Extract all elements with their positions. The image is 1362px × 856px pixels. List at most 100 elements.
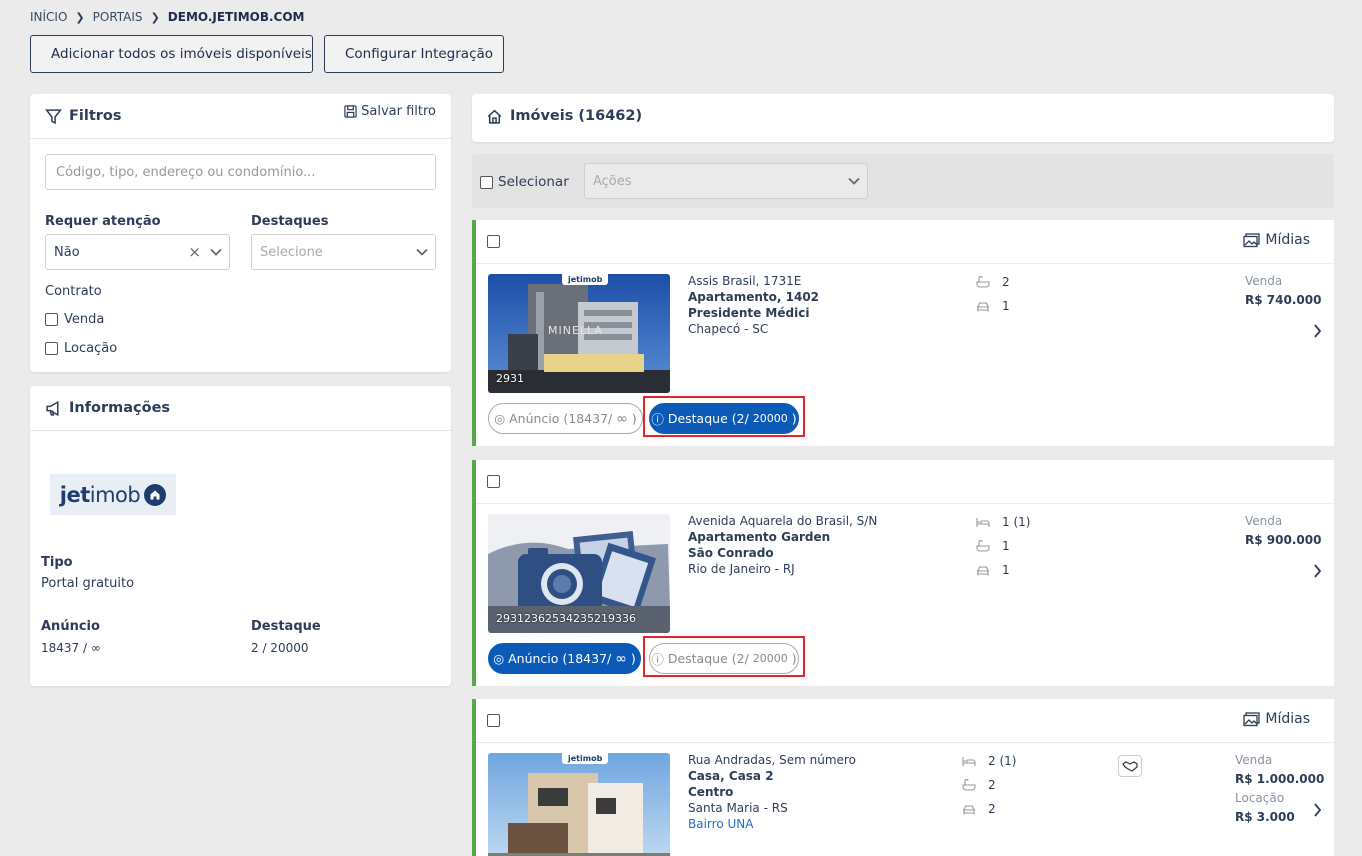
city: Rio de Janeiro - RJ	[688, 562, 795, 576]
property-price: Venda R$ 740.000	[1245, 272, 1321, 310]
rent-label: Locação	[1235, 791, 1285, 805]
breadcrumb: INÍCIO ❯ PORTAIS ❯ DEMO.JETIMOB.COM	[30, 10, 305, 24]
ad-label: Anúncio (18437/	[508, 651, 612, 666]
select-all-label: Selecionar	[498, 174, 569, 190]
checkbox[interactable]	[45, 313, 58, 326]
property-price: Venda R$ 900.000	[1245, 512, 1321, 550]
street: Assis Brasil, 1731E	[688, 274, 802, 288]
breadcrumb-portals[interactable]: PORTAIS	[93, 10, 143, 24]
property-address: Avenida Aquarela do Brasil, S/N Apartame…	[688, 513, 877, 577]
chevron-right-icon: ❯	[150, 10, 160, 24]
select-all[interactable]: Selecionar	[480, 174, 569, 190]
media-label: Mídias	[1265, 711, 1310, 727]
portal-logo: jetimob	[50, 474, 176, 515]
property-card: 29312362534235219336 Avenida Aquarela do…	[472, 460, 1334, 686]
add-all-button[interactable]: Adicionar todos os imóveis disponíveis	[30, 35, 313, 73]
photo-brand-tag: jetimob	[562, 753, 609, 764]
card-checkbox[interactable]	[487, 475, 500, 488]
house-icon	[487, 109, 502, 124]
price-label: Venda	[1245, 514, 1283, 528]
card-checkbox[interactable]	[487, 235, 500, 248]
filters-panel: Filtros Salvar filtro Código, tipo, ende…	[30, 94, 451, 372]
add-all-label: Adicionar todos os imóveis disponíveis	[51, 46, 312, 62]
feature-value: 1	[1002, 539, 1010, 553]
highlights-select[interactable]: Selecione	[251, 234, 436, 270]
contract-option-locacao[interactable]: Locação	[45, 341, 117, 356]
street: Rua Andradas, Sem número	[688, 753, 856, 767]
property-type: Apartamento, 1402	[688, 290, 820, 304]
district: Centro	[688, 785, 734, 799]
actions-select[interactable]: Ações	[584, 163, 868, 199]
highlights-label: Destaques	[251, 214, 329, 229]
street: Avenida Aquarela do Brasil, S/N	[688, 514, 878, 528]
megaphone-icon	[46, 400, 59, 416]
bed-icon	[976, 518, 990, 527]
home-icon	[144, 483, 167, 506]
filters-header: Filtros Salvar filtro	[30, 94, 451, 139]
attention-select[interactable]: Não ×	[45, 234, 230, 270]
rent-value: R$ 3.000	[1235, 810, 1295, 824]
property-features: 2 1	[976, 274, 1010, 314]
neighborhood-link[interactable]: Bairro UNA	[688, 816, 856, 832]
price-value: R$ 740.000	[1245, 293, 1322, 307]
configure-label: Configurar Integração	[345, 46, 494, 62]
save-icon	[344, 105, 357, 118]
media-button[interactable]: Mídias	[1243, 232, 1310, 248]
chevron-right-icon[interactable]	[1313, 324, 1322, 338]
clear-icon[interactable]: ×	[188, 243, 201, 261]
contract-label: Contrato	[45, 284, 102, 299]
chevron-down-icon	[210, 248, 222, 256]
actions-placeholder: Ações	[593, 173, 632, 189]
card-header: Mídias	[476, 699, 1334, 743]
property-card: Mídias jetimob MINELLA 2931 Assis Brasil…	[472, 220, 1334, 446]
logo-text-light: imob	[89, 482, 141, 507]
highlight-value: 2 / 20000	[251, 641, 309, 655]
media-button[interactable]: Mídias	[1243, 711, 1310, 727]
save-filter-button[interactable]: Salvar filtro	[344, 104, 436, 119]
property-type: Apartamento Garden	[688, 530, 831, 544]
card-header: Mídias	[476, 220, 1334, 264]
select-all-checkbox[interactable]	[480, 175, 493, 189]
car-icon	[963, 805, 975, 815]
property-address: Assis Brasil, 1731E Apartamento, 1402 Pr…	[688, 273, 819, 337]
filters-title: Filtros	[69, 108, 122, 124]
price-value: R$ 1.000.000	[1235, 772, 1325, 786]
listing-header: Imóveis (16462)	[472, 94, 1334, 142]
configure-integration-button[interactable]: Configurar Integração	[324, 35, 504, 73]
bathtub-icon	[962, 779, 976, 791]
highlights-placeholder: Selecione	[260, 244, 323, 260]
target-icon: ◎	[493, 651, 505, 666]
chevron-right-icon[interactable]	[1313, 564, 1322, 578]
contract-option-label: Locação	[64, 341, 118, 356]
infinity-symbol: ∞	[615, 650, 627, 667]
property-photo[interactable]: jetimob MINELLA 2931	[488, 274, 670, 393]
infinity-symbol: ∞	[616, 410, 628, 427]
checkbox[interactable]	[45, 342, 58, 355]
ad-close-paren: )	[630, 651, 636, 666]
chevron-right-icon[interactable]	[1313, 803, 1322, 817]
info-panel: Informações jetimob Tipo Portal gratuito…	[30, 386, 451, 686]
bathtub-icon	[976, 276, 990, 288]
property-features: 2 (1) 2 2	[962, 753, 1016, 817]
contract-option-venda[interactable]: Venda	[45, 312, 104, 327]
feature-value: 1	[1002, 563, 1010, 577]
breadcrumb-home[interactable]: INÍCIO	[30, 10, 67, 24]
car-icon	[977, 566, 989, 576]
type-label: Tipo	[41, 555, 73, 570]
search-input[interactable]: Código, tipo, endereço ou condomínio...	[45, 154, 436, 190]
price-label: Venda	[1245, 274, 1283, 288]
ads-label: Anúncio	[41, 619, 100, 634]
chevron-down-icon	[416, 248, 428, 256]
card-header	[476, 460, 1334, 504]
card-checkbox[interactable]	[487, 714, 500, 727]
bathtub-icon	[976, 540, 990, 552]
property-code: 29312362534235219336	[496, 612, 636, 625]
chevron-down-icon	[848, 177, 860, 185]
ad-toggle-button[interactable]: ◎ Anúncio (18437/∞)	[488, 643, 641, 674]
feature-value: 1	[1002, 299, 1010, 313]
search-placeholder: Código, tipo, endereço ou condomínio...	[56, 164, 316, 180]
photo-brand-tag: jetimob	[562, 274, 609, 285]
property-photo[interactable]: jetimob	[488, 753, 670, 856]
ad-toggle-button[interactable]: ◎ Anúncio (18437/∞)	[488, 403, 643, 434]
property-photo[interactable]: 29312362534235219336	[488, 514, 670, 633]
